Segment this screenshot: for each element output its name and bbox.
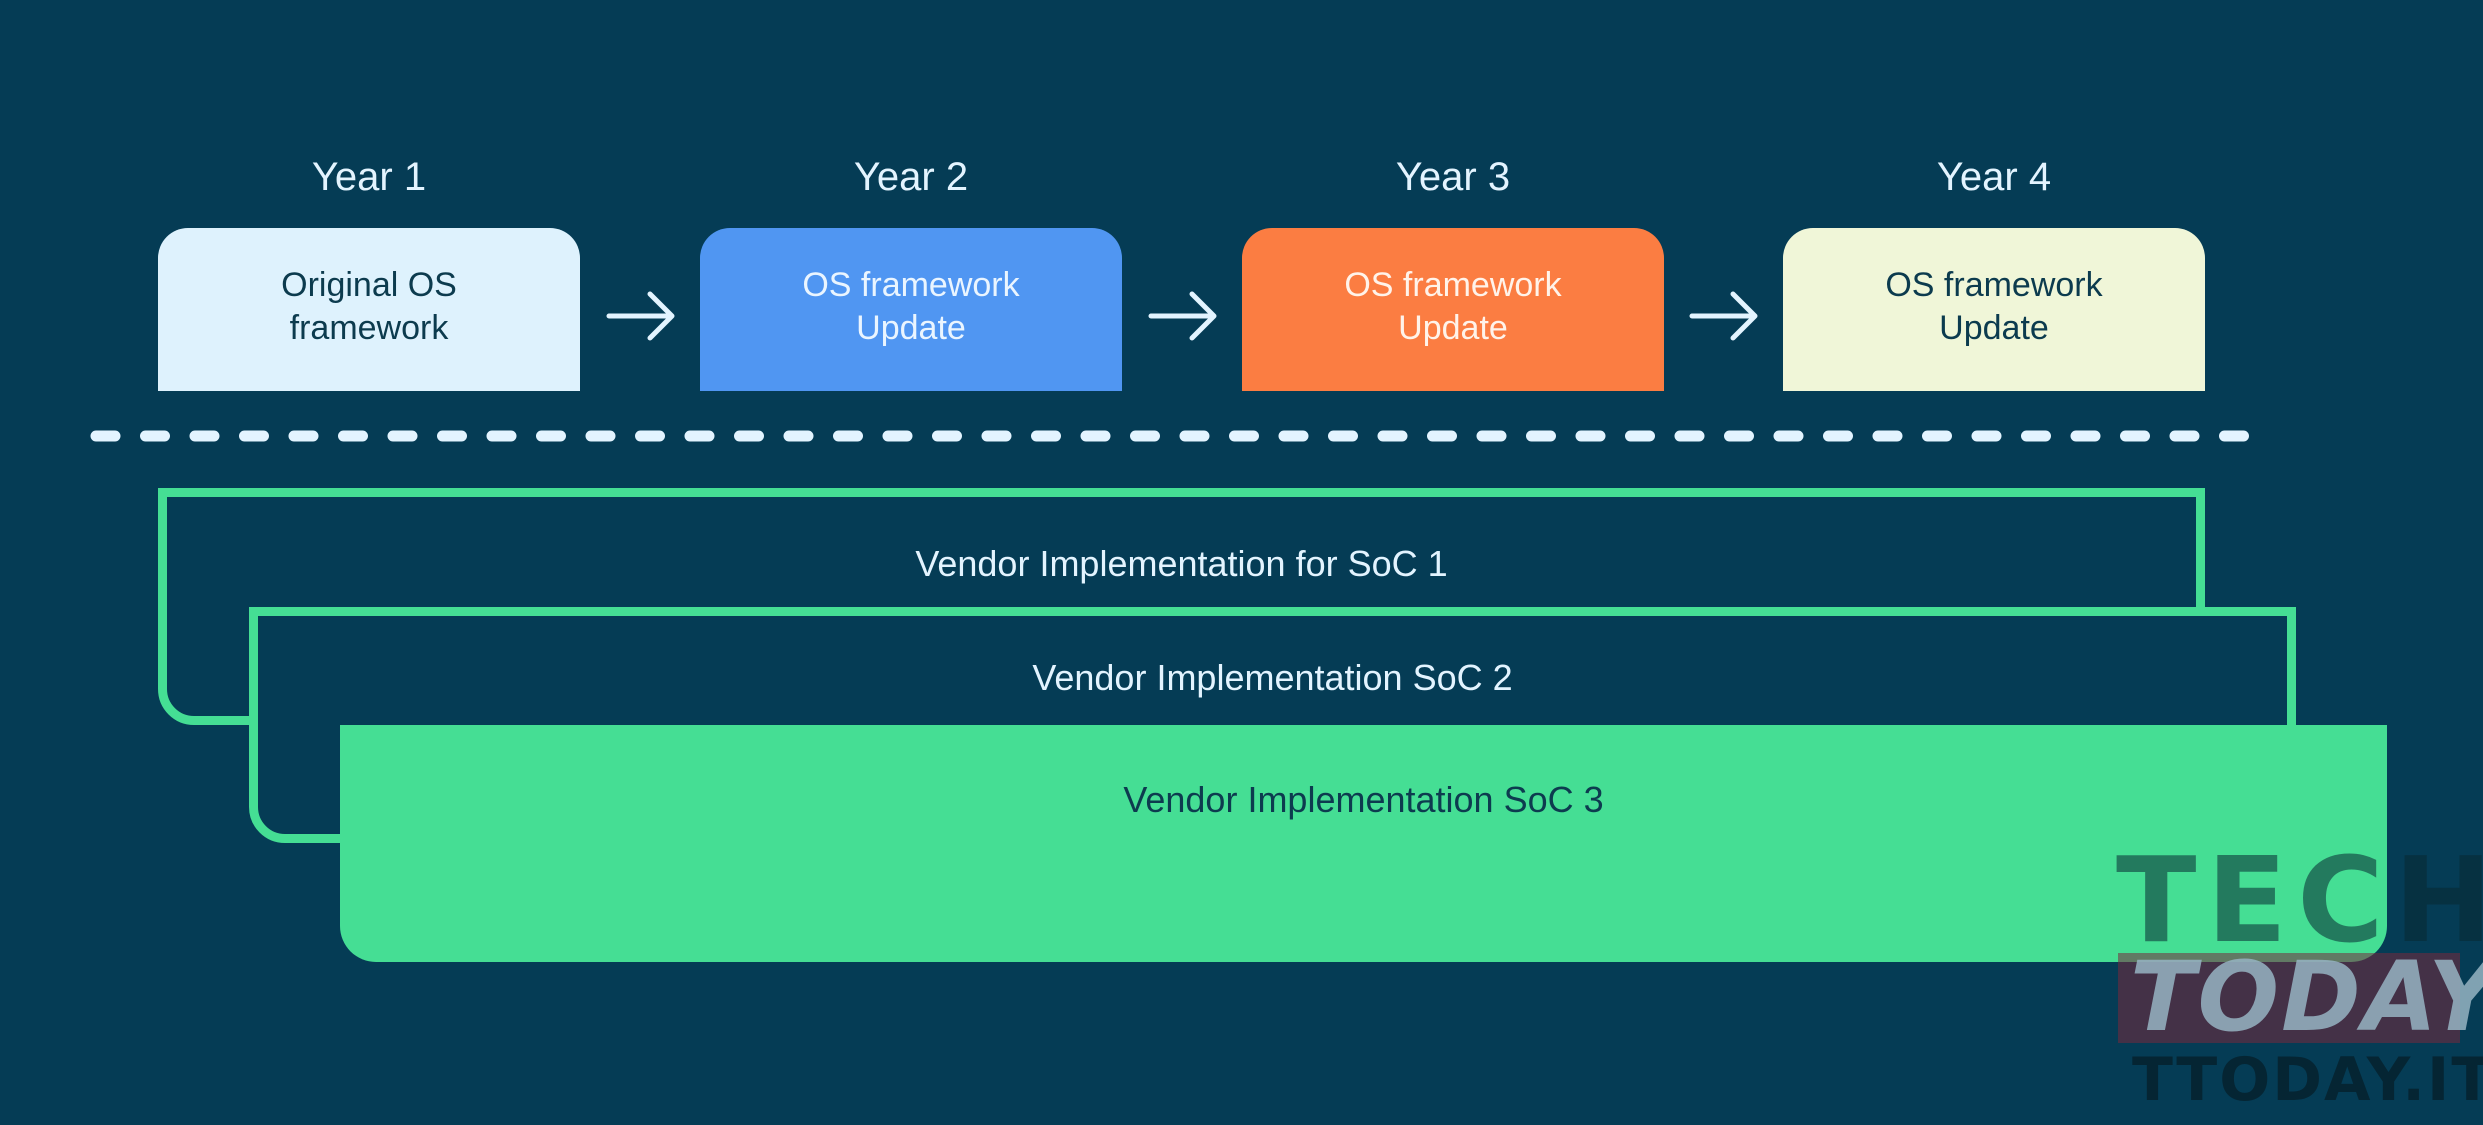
year-1-label: Year 1 — [311, 155, 427, 199]
os-framework-update-box-year-2: OS framework Update — [700, 228, 1122, 391]
vendor-soc-2-label: Vendor Implementation SoC 2 — [1032, 657, 1513, 698]
box-2-text: OS framework Update — [802, 266, 1020, 347]
box-4-text: OS framework Update — [1885, 266, 2103, 347]
watermark-url: TTODAY.IT — [2132, 1045, 2483, 1115]
dashed-divider — [90, 430, 2252, 442]
right-arrow-icon — [606, 291, 675, 341]
vendor-soc-1-label: Vendor Implementation for SoC 1 — [915, 543, 1448, 584]
year-2-label: Year 2 — [853, 155, 969, 199]
right-arrow-icon — [1689, 291, 1758, 341]
os-framework-update-box-year-3: OS framework Update — [1242, 228, 1664, 391]
original-os-framework-box: Original OS framework — [158, 228, 580, 391]
box-1-text: Original OS framework — [281, 266, 457, 347]
vendor-implementation-soc-3: Vendor Implementation SoC 3 — [340, 725, 2387, 962]
year-4-label: Year 4 — [1936, 155, 2052, 199]
watermark-today: TODAY — [2130, 941, 2483, 1053]
watermark-today-background — [2118, 953, 2460, 1043]
right-arrow-icon — [1148, 291, 1217, 341]
os-framework-update-box-year-4: OS framework Update — [1783, 228, 2205, 391]
year-3-label: Year 3 — [1395, 155, 1511, 199]
box-3-text: OS framework Update — [1344, 266, 1562, 347]
vendor-soc-3-label: Vendor Implementation SoC 3 — [1123, 779, 1604, 820]
